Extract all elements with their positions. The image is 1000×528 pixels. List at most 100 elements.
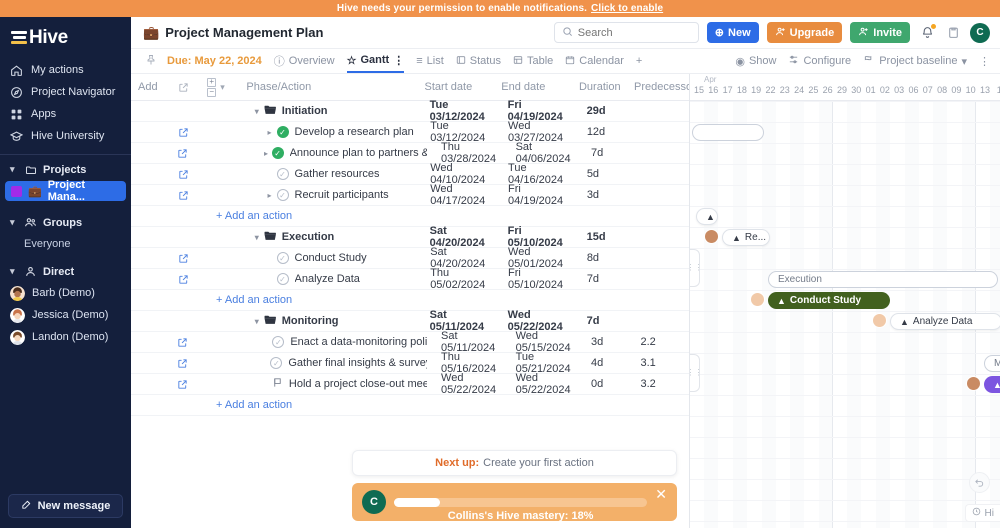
column-header-start-date[interactable]: Start date <box>418 74 495 100</box>
hive-logo[interactable]: Hive <box>0 17 131 59</box>
row-add-cell[interactable] <box>131 101 167 121</box>
duration-cell[interactable]: 4d <box>584 353 633 373</box>
column-header-duration[interactable]: Duration <box>572 74 627 100</box>
chevron-down-icon[interactable]: ▾ <box>255 233 264 242</box>
more-options-icon[interactable]: ⋮ <box>979 55 990 68</box>
task-name-cell[interactable]: Hold a project close-out meeting <box>237 374 434 394</box>
task-name-cell[interactable]: ▸ ✓ Recruit participants <box>241 185 424 205</box>
predecessor-cell[interactable] <box>631 122 689 142</box>
tab-list[interactable]: ≡ List <box>416 49 444 73</box>
sidebar-dm-jessica[interactable]: Jessica (Demo) <box>0 304 131 326</box>
enable-notifications-link[interactable]: Click to enable <box>591 3 663 14</box>
open-task-icon[interactable] <box>167 185 201 205</box>
table-row[interactable]: ✓ Enact a data-monitoring policy Sat 05/11… <box>131 330 689 354</box>
tab-more-icon[interactable]: ⋮ <box>393 54 404 67</box>
sidebar-dm-landon[interactable]: Landon (Demo) <box>0 326 131 348</box>
invite-button[interactable]: Invite <box>850 22 910 43</box>
table-row[interactable]: ▾ Monitoring Sat 05/11/2024 Wed 05/22/2024 7… <box>131 309 689 333</box>
collapse-all-icon[interactable]: − <box>207 87 217 97</box>
status-incomplete-icon[interactable]: ✓ <box>276 189 289 201</box>
row-add-cell[interactable] <box>131 269 167 289</box>
end-date-cell[interactable]: Fri 05/10/2024 <box>501 225 580 249</box>
column-header-predecessor[interactable]: Predecessor <box>627 74 689 100</box>
open-task-icon[interactable] <box>166 143 199 163</box>
table-row[interactable]: ✓ Gather resources Wed 04/10/2024 Tue 04/16… <box>131 162 689 186</box>
task-name-cell[interactable]: ▾ Monitoring <box>241 311 423 331</box>
new-button[interactable]: ⊕ New <box>706 22 759 43</box>
sidebar-item-hive-university[interactable]: Hive University <box>0 125 131 147</box>
table-row[interactable]: ✓ Analyze Data Thu 05/02/2024 Fri 05/10/202… <box>131 267 689 291</box>
pin-icon[interactable] <box>145 54 157 69</box>
gantt-bar[interactable]: ▲ <box>696 208 718 225</box>
end-date-cell[interactable]: Wed 05/15/2024 <box>509 330 584 354</box>
tab-gantt[interactable]: ☆ Gantt ⋮ <box>346 49 405 73</box>
duration-cell[interactable]: 3d <box>584 332 633 352</box>
duration-cell[interactable]: 29d <box>580 101 632 121</box>
gantt-bar[interactable]: Mon <box>984 355 1000 372</box>
column-header-end-date[interactable]: End date <box>494 74 572 100</box>
sidebar-item-project-management-plan[interactable]: 💼 Project Mana... <box>5 179 126 203</box>
user-avatar[interactable]: C <box>970 22 990 43</box>
sidebar-group-everyone[interactable]: Everyone <box>0 233 131 255</box>
add-an-action-button[interactable]: + Add an action <box>131 206 689 227</box>
gantt-bar[interactable]: ▲ Analyze Data <box>890 313 1000 330</box>
sidebar-section-direct[interactable]: ▾ Direct <box>0 261 131 282</box>
sidebar-item-project-navigator[interactable]: Project Navigator <box>0 81 131 103</box>
upgrade-button[interactable]: Upgrade <box>766 22 843 43</box>
add-view-button[interactable]: + <box>636 49 642 73</box>
predecessor-cell[interactable] <box>631 269 689 289</box>
predecessor-cell[interactable] <box>631 227 689 247</box>
table-row[interactable]: ▸✓ Announce plan to partners & staff Thu 0… <box>131 141 689 165</box>
row-add-cell[interactable] <box>131 164 167 184</box>
task-name-cell[interactable]: ✓ Analyze Data <box>241 269 424 289</box>
expand-collapse-controls[interactable]: + − ▾ <box>200 74 239 100</box>
start-date-cell[interactable]: Thu 05/16/2024 <box>434 351 509 375</box>
duration-cell[interactable]: 15d <box>580 227 632 247</box>
add-an-action-button[interactable]: + Add an action <box>131 395 689 416</box>
project-baseline-button[interactable]: Project baseline ▾ <box>863 54 967 68</box>
predecessor-cell[interactable]: 3.2 <box>633 374 689 394</box>
row-add-cell[interactable] <box>131 248 167 268</box>
chevron-right-icon[interactable]: ▸ <box>268 191 277 200</box>
duration-cell[interactable]: 5d <box>580 164 631 184</box>
task-name-cell[interactable]: ▾ Initiation <box>241 101 423 121</box>
duration-cell[interactable]: 7d <box>580 269 631 289</box>
notifications-button[interactable] <box>918 22 937 42</box>
gantt-drag-handle[interactable]: ⋮⋮ <box>690 354 703 392</box>
show-button[interactable]: ◉ Show <box>735 55 776 68</box>
start-date-cell[interactable]: Tue 03/12/2024 <box>423 99 501 123</box>
tab-calendar[interactable]: Calendar <box>565 49 624 73</box>
open-task-icon[interactable] <box>166 353 199 373</box>
expand-all-icon[interactable]: + <box>207 77 217 87</box>
status-incomplete-icon[interactable]: ✓ <box>276 168 289 180</box>
gantt-bar[interactable]: Execution <box>768 271 998 288</box>
chevron-down-icon[interactable]: ▾ <box>220 82 228 93</box>
status-complete-icon[interactable]: ✓ <box>271 147 284 159</box>
status-complete-icon[interactable]: ✓ <box>276 126 289 138</box>
duration-cell[interactable]: 0d <box>584 374 633 394</box>
end-date-cell[interactable]: Sat 04/06/2024 <box>509 141 584 165</box>
clipboard-button[interactable] <box>944 24 962 42</box>
task-name-cell[interactable]: ✓ Enact a data-monitoring policy <box>237 332 434 352</box>
search-box[interactable] <box>553 22 699 43</box>
predecessor-cell[interactable] <box>631 311 689 331</box>
end-date-cell[interactable]: Tue 05/21/2024 <box>509 351 584 375</box>
open-task-icon[interactable] <box>166 332 199 352</box>
row-add-cell[interactable] <box>131 185 167 205</box>
start-date-cell[interactable]: Thu 05/02/2024 <box>423 267 501 291</box>
task-name-cell[interactable]: ▸✓ Announce plan to partners & staff <box>237 143 434 163</box>
start-date-cell[interactable]: Wed 04/10/2024 <box>423 162 501 186</box>
sidebar-section-groups[interactable]: ▾ Groups <box>0 212 131 233</box>
end-date-cell[interactable]: Wed 03/27/2024 <box>501 120 580 144</box>
start-date-cell[interactable]: Thu 03/28/2024 <box>434 141 509 165</box>
close-icon[interactable]: ✕ <box>655 486 667 503</box>
row-add-cell[interactable] <box>131 374 166 394</box>
open-task-icon[interactable] <box>167 122 201 142</box>
next-up-banner[interactable]: Next up: Create your first action <box>352 450 677 476</box>
table-row[interactable]: Hold a project close-out meeting Wed 05/2… <box>131 372 689 396</box>
start-date-cell[interactable]: Sat 04/20/2024 <box>423 246 501 270</box>
predecessor-cell[interactable]: 3.1 <box>633 353 689 373</box>
end-date-cell[interactable]: Wed 05/22/2024 <box>501 309 580 333</box>
tab-table[interactable]: Table <box>513 49 553 73</box>
start-date-cell[interactable]: Sat 05/11/2024 <box>423 309 501 333</box>
